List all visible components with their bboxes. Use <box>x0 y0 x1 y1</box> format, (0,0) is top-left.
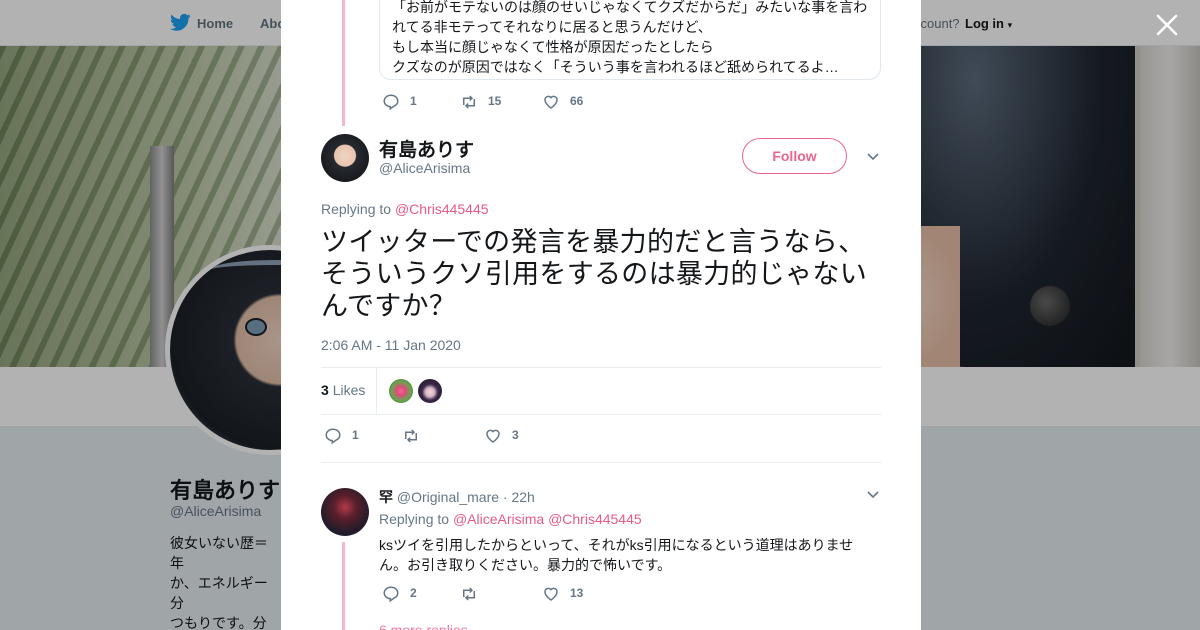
likes-divider <box>376 368 377 414</box>
chevron-down-icon[interactable] <box>866 488 880 502</box>
follow-button[interactable]: Follow <box>742 138 847 174</box>
divider <box>321 367 881 368</box>
previous-tweet-actions: 1 15 66 <box>382 92 642 112</box>
retweet-icon <box>463 587 475 601</box>
reply-count: 2 <box>410 586 417 600</box>
divider <box>321 414 881 415</box>
likes-stat[interactable]: 3 Likes <box>321 382 365 398</box>
chevron-down-icon[interactable] <box>866 150 880 164</box>
reply-actions: 2 13 <box>382 584 642 604</box>
reply-time[interactable]: · 22h <box>503 489 535 505</box>
replying-to-line: Replying to @Chris445445 <box>321 201 489 217</box>
reply-count: 1 <box>410 94 417 108</box>
retweet-icon <box>463 95 475 109</box>
replying-prefix: Replying to <box>321 201 392 217</box>
reply-icon <box>383 586 399 603</box>
tweet-timestamp[interactable]: 2:06 AM - 11 Jan 2020 <box>321 337 461 353</box>
more-replies-link[interactable]: 6 more replies <box>379 622 468 630</box>
reply-text: ksツイを引用したからといって、それがks引用になるという道理はありません。お引… <box>379 537 854 573</box>
reply-author-name[interactable]: 罕 <box>379 489 393 505</box>
liker-avatar[interactable] <box>418 379 442 403</box>
reply-header: 罕 @Original_mare · 22h <box>379 487 535 507</box>
author-name[interactable]: 有島ありす <box>379 135 474 162</box>
reply-count: 1 <box>352 428 359 442</box>
heart-icon <box>544 95 558 109</box>
reply-author-handle[interactable]: @Original_mare <box>397 489 499 505</box>
author-handle[interactable]: @AliceArisima <box>379 160 470 176</box>
retweet-icon <box>405 429 417 443</box>
quoted-tweet-text: 「お前がモテないのは顔のせいじゃなくてクズだからだ」みたいな事を言われてる非モテ… <box>392 0 868 75</box>
retweet-count: 15 <box>488 94 502 108</box>
close-icon[interactable] <box>1154 12 1180 38</box>
replying-to-mention[interactable]: @Chris445445 <box>548 511 642 527</box>
replying-to-mention[interactable]: @AliceArisima <box>453 511 544 527</box>
author-avatar[interactable] <box>321 134 369 182</box>
tweet-modal: 「お前がモテないのは顔のせいじゃなくてクズだからだ」みたいな事を言われてる非モテ… <box>281 0 921 630</box>
reply-replying-to-line: Replying to @AliceArisima @Chris445445 <box>379 511 642 527</box>
likes-count-label: Likes <box>332 382 366 398</box>
like-count: 13 <box>570 586 584 600</box>
replying-to-mention[interactable]: @Chris445445 <box>395 201 489 217</box>
reply-icon <box>383 94 399 111</box>
thread-connector-line <box>342 0 345 126</box>
tweet-text: ツイッターでの発言を暴力的だと言うなら、そういうクソ引用をするのは暴力的じゃない… <box>321 227 867 321</box>
reply-author-avatar[interactable] <box>321 488 369 536</box>
heart-icon <box>544 587 558 601</box>
tweet-actions: 1 3 <box>324 426 584 446</box>
like-count: 3 <box>512 428 519 442</box>
reply-icon <box>325 428 341 445</box>
liker-avatar[interactable] <box>389 379 413 403</box>
divider <box>321 462 881 463</box>
thread-connector-line <box>342 542 345 630</box>
like-count: 66 <box>570 94 584 108</box>
replying-prefix: Replying to <box>379 511 450 527</box>
likes-count-number: 3 <box>321 382 329 398</box>
heart-icon <box>486 429 500 443</box>
